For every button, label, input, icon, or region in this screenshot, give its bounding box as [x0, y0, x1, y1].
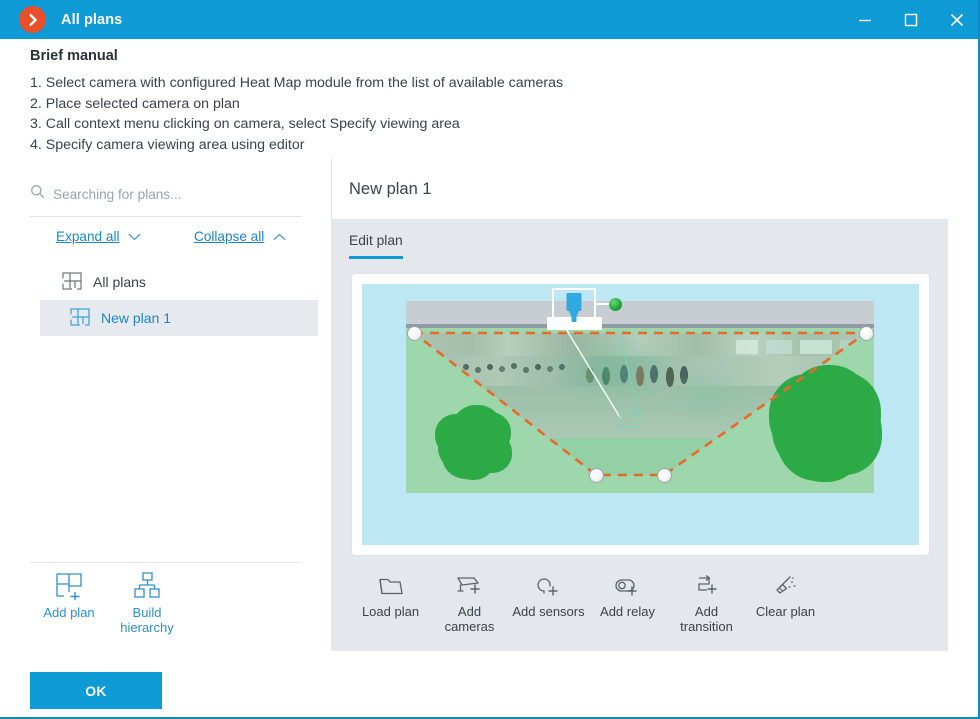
add-camera-icon — [455, 571, 485, 601]
clear-plan-broom-icon — [772, 571, 800, 601]
plan-toolbar: Load plan Add cameras Add sensors Add re… — [351, 571, 825, 634]
add-sensors-button[interactable]: Add sensors — [509, 571, 588, 619]
camera-status-dot — [609, 298, 622, 311]
build-hierarchy-icon — [132, 570, 162, 600]
plan-editor-panel: New plan 1 Edit plan Load plan Add camer… — [332, 158, 978, 717]
close-button[interactable] — [934, 0, 978, 39]
plan-scene — [406, 288, 874, 493]
search-input[interactable] — [53, 186, 283, 202]
add-relay-icon — [613, 571, 643, 601]
tree-item-all-plans[interactable]: All plans — [0, 264, 332, 300]
viewing-area-outline — [412, 328, 868, 477]
add-transition-label: Add transition — [680, 604, 733, 634]
chevron-down-icon — [128, 229, 141, 244]
tree-item-label: All plans — [93, 274, 146, 290]
dialog-footer: OK — [0, 651, 978, 717]
add-transition-button[interactable]: Add transition — [667, 571, 746, 634]
tree-item-label: New plan 1 — [101, 310, 172, 326]
plans-tree: All plans New plan 1 — [0, 264, 332, 336]
add-relay-button[interactable]: Add relay — [588, 571, 667, 619]
add-plan-button[interactable]: Add plan — [30, 570, 108, 635]
plan-canvas-frame — [351, 273, 930, 556]
plan-editor-content: Edit plan Load plan Add cameras Add sens… — [332, 219, 948, 717]
plan-canvas[interactable] — [362, 284, 919, 545]
handle-bottom-left[interactable] — [589, 468, 604, 483]
add-transition-icon — [694, 571, 720, 601]
window-title: All plans — [61, 11, 123, 28]
collapse-all-label: Collapse all — [194, 229, 265, 244]
manual-step: 1. Select camera with configured Heat Ma… — [30, 75, 564, 91]
build-hierarchy-label: Build hierarchy — [120, 605, 174, 635]
load-plan-label: Load plan — [361, 604, 420, 619]
handle-top-right[interactable] — [859, 326, 874, 341]
add-relay-label: Add relay — [600, 604, 655, 619]
chevron-up-icon — [273, 229, 286, 244]
collapse-all-link[interactable]: Collapse all — [194, 229, 286, 244]
brief-manual: Brief manual 1. Select camera with confi… — [30, 48, 730, 155]
handle-bottom-right[interactable] — [657, 468, 672, 483]
camera-marker-wire — [596, 303, 610, 305]
manual-step: 4. Specify camera viewing area using edi… — [30, 136, 305, 153]
window-controls — [842, 0, 978, 39]
sidebar-actions: Add plan Build hierarchy — [30, 570, 186, 635]
clear-plan-button[interactable]: Clear plan — [746, 571, 825, 619]
expand-all-link[interactable]: Expand all — [56, 229, 141, 244]
ok-button[interactable]: OK — [30, 672, 162, 709]
add-cameras-label: Add cameras — [444, 604, 495, 634]
camera-marker-icon — [566, 293, 582, 322]
page-title: New plan 1 — [349, 180, 432, 198]
sidebar-bottom-divider — [30, 562, 302, 563]
title-bar: All plans — [0, 0, 978, 39]
search-icon — [30, 184, 45, 204]
manual-step: 3. Call context menu clicking on camera,… — [30, 116, 460, 132]
brief-manual-steps: 1. Select camera with configured Heat Ma… — [30, 73, 730, 155]
add-cameras-button[interactable]: Add cameras — [430, 571, 509, 634]
tree-item-new-plan-1[interactable]: New plan 1 — [40, 300, 318, 336]
tab-edit-plan[interactable]: Edit plan — [349, 233, 403, 259]
search-row — [30, 180, 302, 208]
plans-sidebar: Expand all Collapse all — [0, 158, 332, 651]
minimize-button[interactable] — [842, 0, 888, 39]
load-plan-button[interactable]: Load plan — [351, 571, 430, 619]
floor-plan-icon — [62, 271, 82, 293]
expand-all-label: Expand all — [56, 229, 120, 244]
maximize-button[interactable] — [888, 0, 934, 39]
handle-top-left[interactable] — [407, 326, 422, 341]
sidebar-divider — [30, 216, 302, 217]
add-plan-label: Add plan — [43, 605, 95, 620]
expand-collapse-row: Expand all Collapse all — [30, 226, 308, 254]
clear-plan-label: Clear plan — [755, 604, 816, 619]
app-logo-chevron-right-circle-icon — [19, 6, 46, 33]
add-sensor-icon — [536, 571, 562, 601]
tab-bar: Edit plan — [349, 233, 403, 259]
add-sensors-label: Add sensors — [512, 604, 585, 619]
build-hierarchy-button[interactable]: Build hierarchy — [108, 570, 186, 635]
folder-icon — [378, 571, 404, 601]
floor-plan-icon — [70, 307, 90, 329]
camera-marker[interactable] — [547, 288, 622, 331]
manual-step: 2. Place selected camera on plan — [30, 95, 240, 112]
brief-manual-heading: Brief manual — [30, 48, 118, 64]
add-plan-icon — [53, 570, 85, 600]
all-plans-window: All plans Brief manual 1. Select camera … — [0, 0, 980, 719]
